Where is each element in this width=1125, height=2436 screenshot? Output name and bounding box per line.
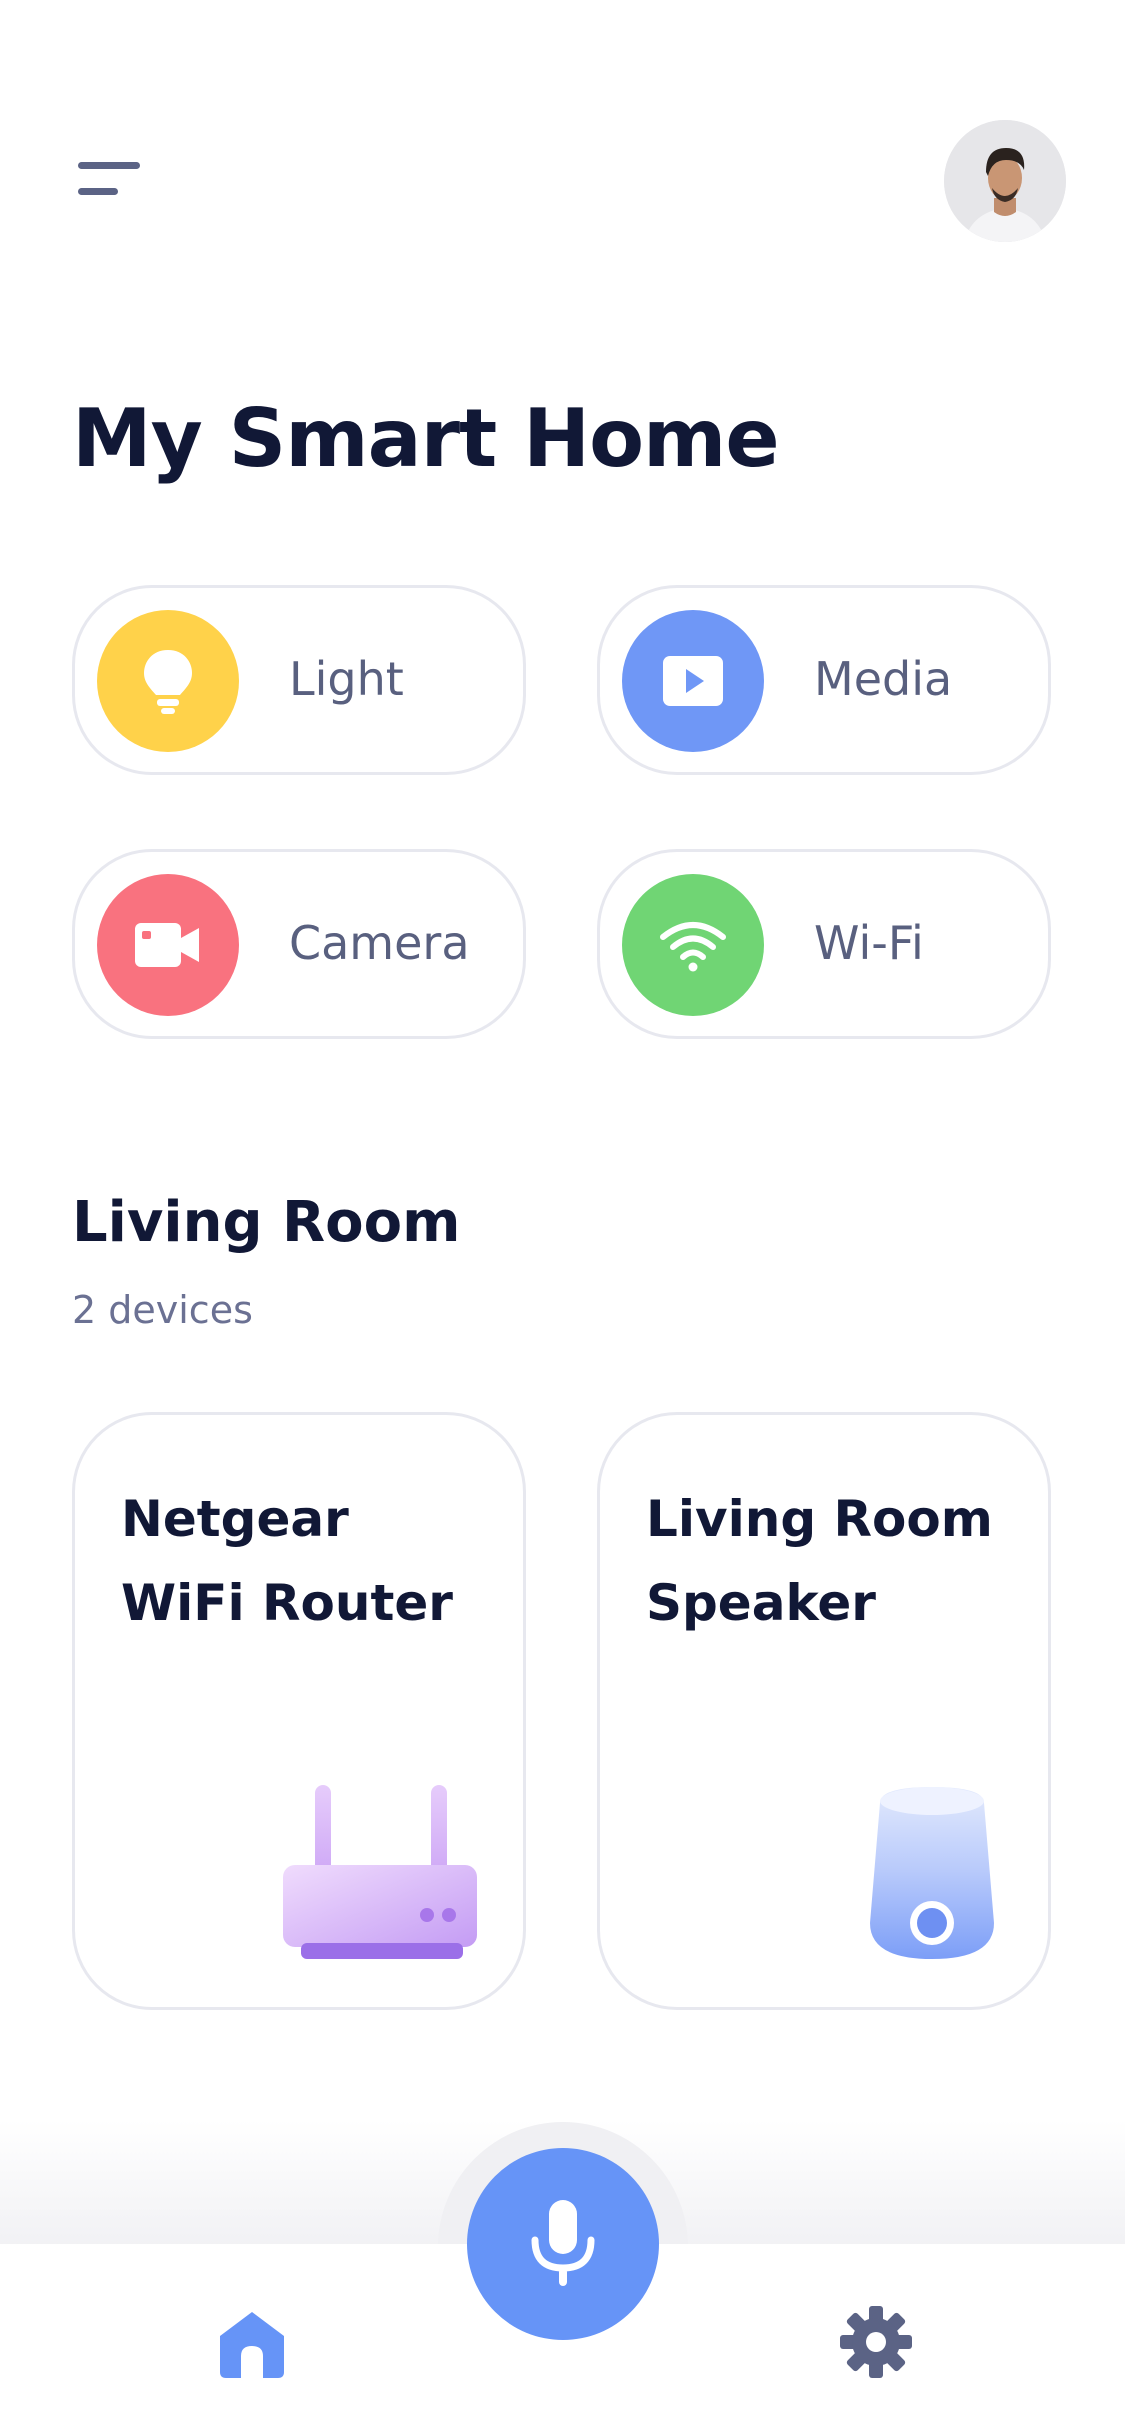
voice-button[interactable] bbox=[467, 2148, 659, 2340]
media-icon-circle bbox=[622, 610, 764, 752]
wifi-icon-circle bbox=[622, 874, 764, 1016]
menu-bar-bottom bbox=[78, 188, 118, 195]
category-light[interactable]: Light bbox=[72, 585, 526, 775]
category-label: Light bbox=[289, 652, 404, 706]
avatar-portrait-icon bbox=[944, 120, 1066, 242]
room-device-count: 2 devices bbox=[72, 1288, 253, 1332]
nav-settings[interactable] bbox=[838, 2304, 914, 2380]
nav-home[interactable] bbox=[214, 2306, 290, 2382]
play-icon bbox=[663, 656, 723, 706]
device-name-line1: Netgear bbox=[121, 1490, 349, 1548]
gear-icon bbox=[840, 2306, 912, 2378]
router-icon bbox=[283, 1785, 477, 1959]
menu-bar-top bbox=[78, 162, 140, 169]
lightbulb-icon bbox=[144, 650, 192, 714]
category-label: Camera bbox=[289, 916, 470, 970]
video-camera-icon bbox=[135, 923, 199, 967]
category-camera[interactable]: Camera bbox=[72, 849, 526, 1039]
device-name-line2: Speaker bbox=[646, 1574, 876, 1632]
home-icon bbox=[220, 2312, 284, 2378]
wifi-icon bbox=[660, 922, 726, 972]
device-name: Netgear WiFi Router bbox=[121, 1477, 501, 1645]
microphone-icon bbox=[531, 2200, 595, 2286]
device-card-router[interactable]: Netgear WiFi Router bbox=[72, 1412, 526, 2010]
category-label: Wi-Fi bbox=[814, 916, 924, 970]
category-label: Media bbox=[814, 652, 953, 706]
device-name-line1: Living Room bbox=[646, 1490, 993, 1548]
smart-speaker-icon bbox=[870, 1787, 994, 1959]
device-name: Living Room Speaker bbox=[646, 1477, 1026, 1645]
device-name-line2: WiFi Router bbox=[121, 1574, 453, 1632]
room-title: Living Room bbox=[72, 1190, 461, 1255]
page-title: My Smart Home bbox=[72, 392, 780, 485]
device-card-speaker[interactable]: Living Room Speaker bbox=[597, 1412, 1051, 2010]
category-media[interactable]: Media bbox=[597, 585, 1051, 775]
category-wifi[interactable]: Wi-Fi bbox=[597, 849, 1051, 1039]
user-avatar[interactable] bbox=[944, 120, 1066, 242]
light-icon-circle bbox=[97, 610, 239, 752]
camera-icon-circle bbox=[97, 874, 239, 1016]
hamburger-menu-icon[interactable] bbox=[72, 160, 144, 200]
